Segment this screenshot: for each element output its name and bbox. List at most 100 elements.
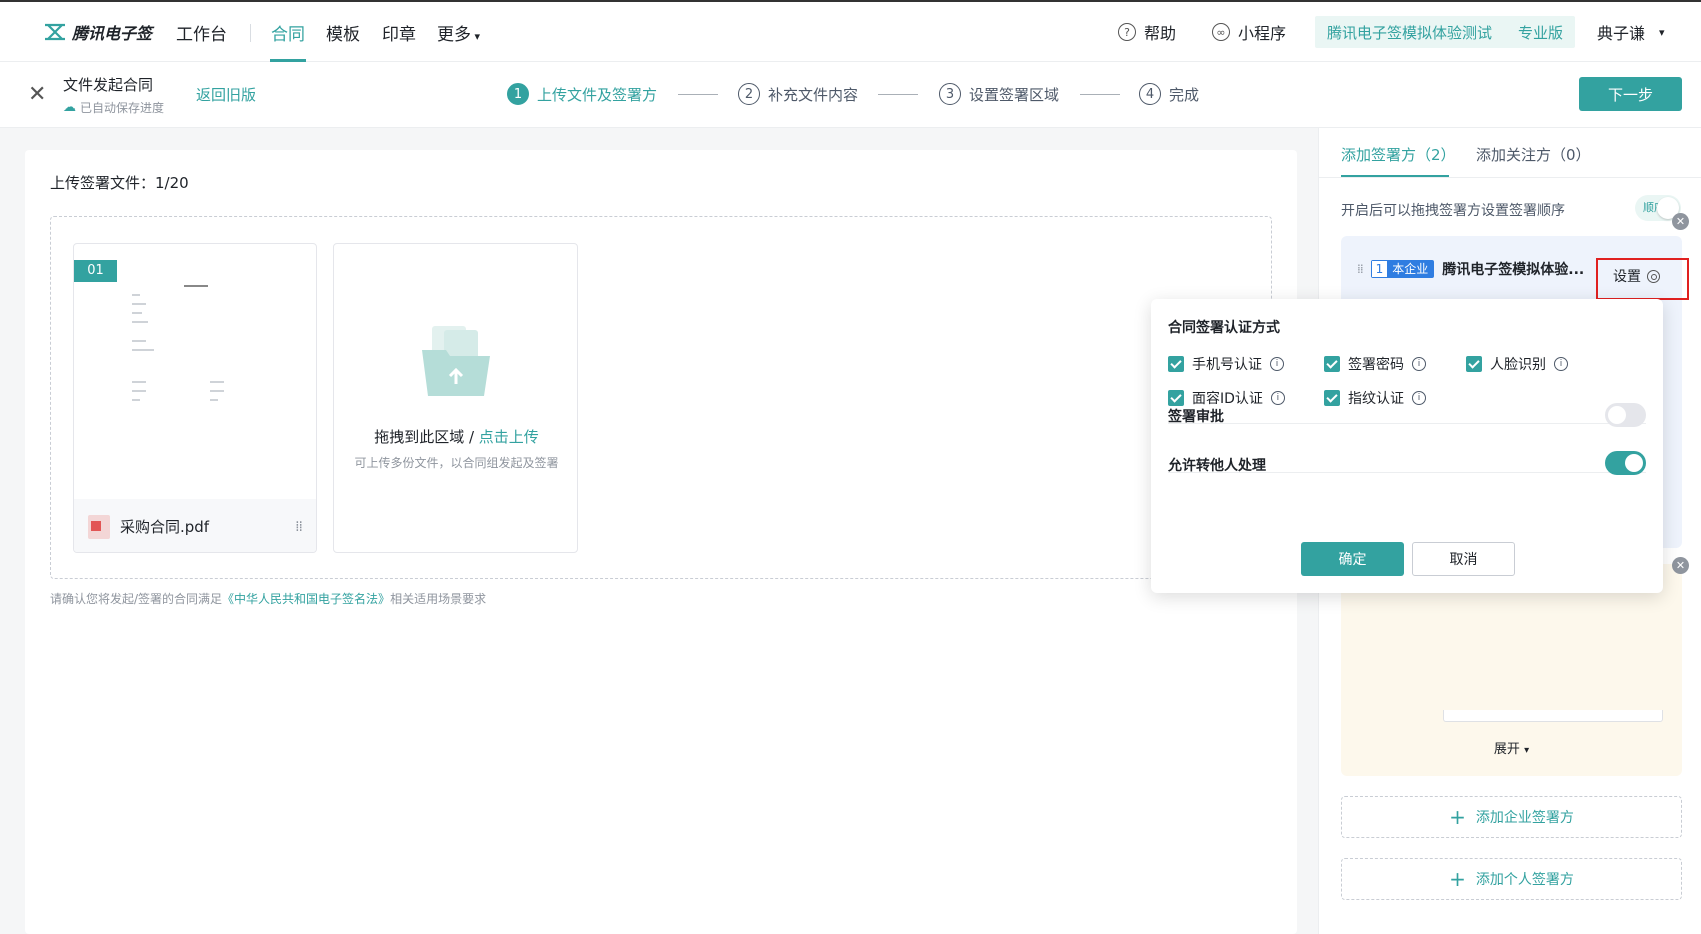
- autosave-status: ☁ 已自动保存进度: [63, 99, 164, 116]
- step-complete[interactable]: 4 完成: [1139, 83, 1199, 105]
- user-name: 典子谦: [1597, 24, 1646, 43]
- settings-label: 设置: [1613, 269, 1641, 285]
- chevron-down-icon: ▾: [471, 30, 481, 43]
- user-menu[interactable]: 典子谦 ▾: [1597, 20, 1665, 44]
- add-company-signer-button[interactable]: + 添加企业签署方: [1341, 796, 1682, 838]
- checkbox-sign-password[interactable]: 签署密码 i: [1324, 354, 1426, 374]
- steps-bar: ✕ 文件发起合同 ☁ 已自动保存进度 返回旧版 1 上传文件及签署方 2 补充文…: [0, 62, 1701, 128]
- law-link[interactable]: 《中华人民共和国电子签名法》: [222, 592, 390, 606]
- miniprogram-link[interactable]: ∞ 小程序: [1212, 20, 1286, 44]
- checkbox-checked-icon: [1324, 356, 1340, 372]
- logo[interactable]: 腾讯电子签: [44, 20, 152, 44]
- confirm-button[interactable]: 确定: [1301, 542, 1404, 576]
- logo-text: 腾讯电子签: [72, 24, 153, 43]
- upload-target[interactable]: 拖拽到此区域 / 点击上传 可上传多份文件，以合同组发起及签署: [333, 243, 578, 553]
- step-upload[interactable]: 1 上传文件及签署方: [507, 83, 657, 105]
- checkbox-label: 人脸识别: [1490, 357, 1546, 373]
- checkbox-face-recognition[interactable]: 人脸识别 i: [1466, 354, 1568, 374]
- nav-more[interactable]: 更多 ▾: [437, 20, 480, 45]
- edition-label: 专业版: [1518, 23, 1564, 42]
- info-icon[interactable]: i: [1412, 391, 1426, 405]
- checkbox-label: 面容ID认证: [1192, 391, 1263, 407]
- upload-title: 上传签署文件：1/20: [50, 174, 189, 192]
- checkbox-label: 指纹认证: [1348, 391, 1404, 407]
- drag-handle-icon[interactable]: ⁞⁞: [1357, 262, 1364, 276]
- checkbox-label: 手机号认证: [1192, 357, 1262, 373]
- back-old-version-link[interactable]: 返回旧版: [196, 84, 256, 105]
- checkbox-fingerprint[interactable]: 指纹认证 i: [1324, 388, 1426, 408]
- checkbox-label: 签署密码: [1348, 357, 1404, 373]
- step-connector: [678, 94, 718, 95]
- checkbox-face-id[interactable]: 面容ID认证 i: [1168, 388, 1285, 408]
- file-name: 采购合同.pdf: [120, 518, 210, 536]
- tab-divider: [1319, 177, 1701, 178]
- file-footer: 采购合同.pdf ⁞⁞: [74, 499, 316, 552]
- checkbox-checked-icon: [1466, 356, 1482, 372]
- org-name: 腾讯电子签模拟体验测试: [1327, 23, 1493, 42]
- sign-approval-switch[interactable]: [1605, 403, 1646, 427]
- cloud-icon: ☁: [63, 100, 76, 115]
- upload-dropzone[interactable]: 01 采购合同.pdf ⁞⁞ 拖拽到此区域 / 点击上传 可上传多份文件，以合同…: [50, 216, 1272, 579]
- signer-order: 1: [1371, 261, 1388, 277]
- signer-type: 本企业: [1387, 261, 1434, 277]
- plus-icon: +: [1449, 805, 1466, 829]
- close-icon[interactable]: ✕: [28, 82, 46, 107]
- step-number: 1: [507, 83, 529, 105]
- cancel-button[interactable]: 取消: [1412, 542, 1515, 576]
- expand-label: 展开: [1493, 742, 1520, 757]
- miniprogram-label: 小程序: [1238, 24, 1287, 43]
- remove-signer-icon[interactable]: ✕: [1672, 557, 1689, 574]
- gear-icon: [1647, 269, 1660, 283]
- info-icon[interactable]: i: [1270, 391, 1285, 405]
- sign-approval-label: 签署审批: [1168, 409, 1224, 425]
- click-upload-link[interactable]: 点击上传: [479, 428, 539, 446]
- pdf-icon: [88, 514, 110, 539]
- checkbox-phone-auth[interactable]: 手机号认证 i: [1168, 354, 1284, 374]
- signer-settings-button[interactable]: 设置: [1613, 266, 1660, 286]
- file-card[interactable]: 01 采购合同.pdf ⁞⁞: [73, 243, 317, 553]
- signer-header: ⁞⁞ 1 本企业 腾讯电子签模拟体验...: [1357, 259, 1584, 279]
- signer-input[interactable]: [1443, 710, 1663, 722]
- checkbox-checked-icon: [1168, 390, 1184, 406]
- auth-method-title: 合同签署认证方式: [1168, 320, 1280, 336]
- autosave-label: 已自动保存进度: [80, 101, 165, 115]
- file-thumbnail: [74, 244, 316, 499]
- tab-add-signers[interactable]: 添加签署方（2）: [1341, 144, 1456, 165]
- checkbox-checked-icon: [1324, 390, 1340, 406]
- info-icon[interactable]: i: [1412, 357, 1426, 371]
- next-step-button[interactable]: 下一步: [1579, 77, 1682, 111]
- upload-instruction: 拖拽到此区域 / 点击上传: [334, 426, 579, 447]
- step-label: 补充文件内容: [768, 85, 859, 104]
- logo-icon: [45, 23, 65, 41]
- miniprogram-icon: ∞: [1212, 23, 1230, 41]
- plus-icon: +: [1449, 867, 1466, 891]
- order-hint: 开启后可以拖拽签署方设置签署顺序: [1341, 203, 1565, 219]
- nav-template[interactable]: 模板: [326, 20, 360, 45]
- signer-tag: 1 本企业: [1370, 260, 1435, 278]
- allow-transfer-label: 允许转他人处理: [1168, 458, 1266, 474]
- remove-signer-icon[interactable]: ✕: [1672, 213, 1689, 230]
- tab-add-watchers[interactable]: 添加关注方（0）: [1476, 144, 1591, 165]
- org-badge[interactable]: 腾讯电子签模拟体验测试 专业版: [1315, 16, 1576, 48]
- nav-workbench[interactable]: 工作台: [176, 20, 227, 45]
- upload-instruction-text: 拖拽到此区域 /: [374, 428, 479, 446]
- info-icon[interactable]: i: [1554, 357, 1568, 371]
- nav-seal[interactable]: 印章: [382, 20, 416, 45]
- step-connector: [878, 94, 918, 95]
- file-index-badge: 01: [74, 260, 117, 282]
- allow-transfer-switch[interactable]: [1605, 451, 1646, 475]
- drag-handle-icon[interactable]: ⁞⁞: [295, 519, 303, 535]
- add-person-signer-button[interactable]: + 添加个人签署方: [1341, 858, 1682, 900]
- expand-toggle[interactable]: 展开 ▾: [1341, 738, 1682, 757]
- nav-contract[interactable]: 合同: [271, 20, 305, 45]
- step-sign-area[interactable]: 3 设置签署区域: [939, 83, 1059, 105]
- nav-divider: [250, 24, 251, 42]
- chevron-down-icon: ▾: [1524, 745, 1530, 756]
- law-prefix: 请确认您将发起/签署的合同满足: [50, 592, 223, 606]
- info-icon[interactable]: i: [1270, 357, 1284, 371]
- step-number: 2: [738, 83, 760, 105]
- add-person-label: 添加个人签署方: [1475, 872, 1574, 888]
- step-fill-content[interactable]: 2 补充文件内容: [738, 83, 858, 105]
- upload-hint: 可上传多份文件，以合同组发起及签署: [354, 456, 559, 470]
- help-link[interactable]: ? 帮助: [1118, 20, 1176, 44]
